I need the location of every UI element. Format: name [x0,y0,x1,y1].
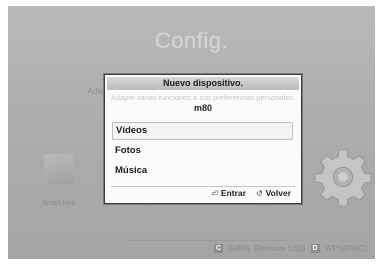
dialog-divider [111,186,295,187]
dialog-actions: ⏎ Entrar ↺ Volver [211,188,291,198]
dialog-title: Nuevo dispositivo. [107,77,299,90]
screen-title: Config. [154,28,229,53]
c-key-icon: C [214,243,224,253]
divider [128,240,288,241]
safely-remove-usb-label[interactable]: Safely Remove USB [228,243,305,253]
wps-pbc-label[interactable]: WPS(PBC) [325,243,368,253]
device-name: m80 [193,103,212,113]
app-smart-hub[interactable]: Smart Hub [42,154,75,207]
back-button[interactable]: ↺ Volver [256,188,291,198]
smart-hub-icon [43,154,74,184]
list-item-musica[interactable]: Música [112,162,293,180]
enter-button[interactable]: ⏎ Entrar [211,188,246,198]
gear-icon[interactable] [314,148,372,206]
new-device-dialog: Nuevo dispositivo. Adapte varias funcion… [104,74,302,204]
d-key-icon: D [310,243,320,253]
return-icon: ↺ [255,188,263,198]
app-label: Smart Hub [42,200,76,207]
media-type-list: Vídeos Fotos Música [112,122,293,182]
footer-hints: C Safely Remove USB D WPS(PBC) [214,243,367,253]
back-label: Volver [265,188,291,198]
settings-screen: Config. Adapte varias funciones a sus pr… [8,6,375,259]
background-subtitle-overlap: Adapte varias funciones a sus preferenci… [110,93,296,102]
enter-label: Entrar [220,188,246,198]
list-item-videos[interactable]: Vídeos [112,122,293,140]
enter-icon: ⏎ [211,188,218,198]
list-item-fotos[interactable]: Fotos [112,142,293,160]
